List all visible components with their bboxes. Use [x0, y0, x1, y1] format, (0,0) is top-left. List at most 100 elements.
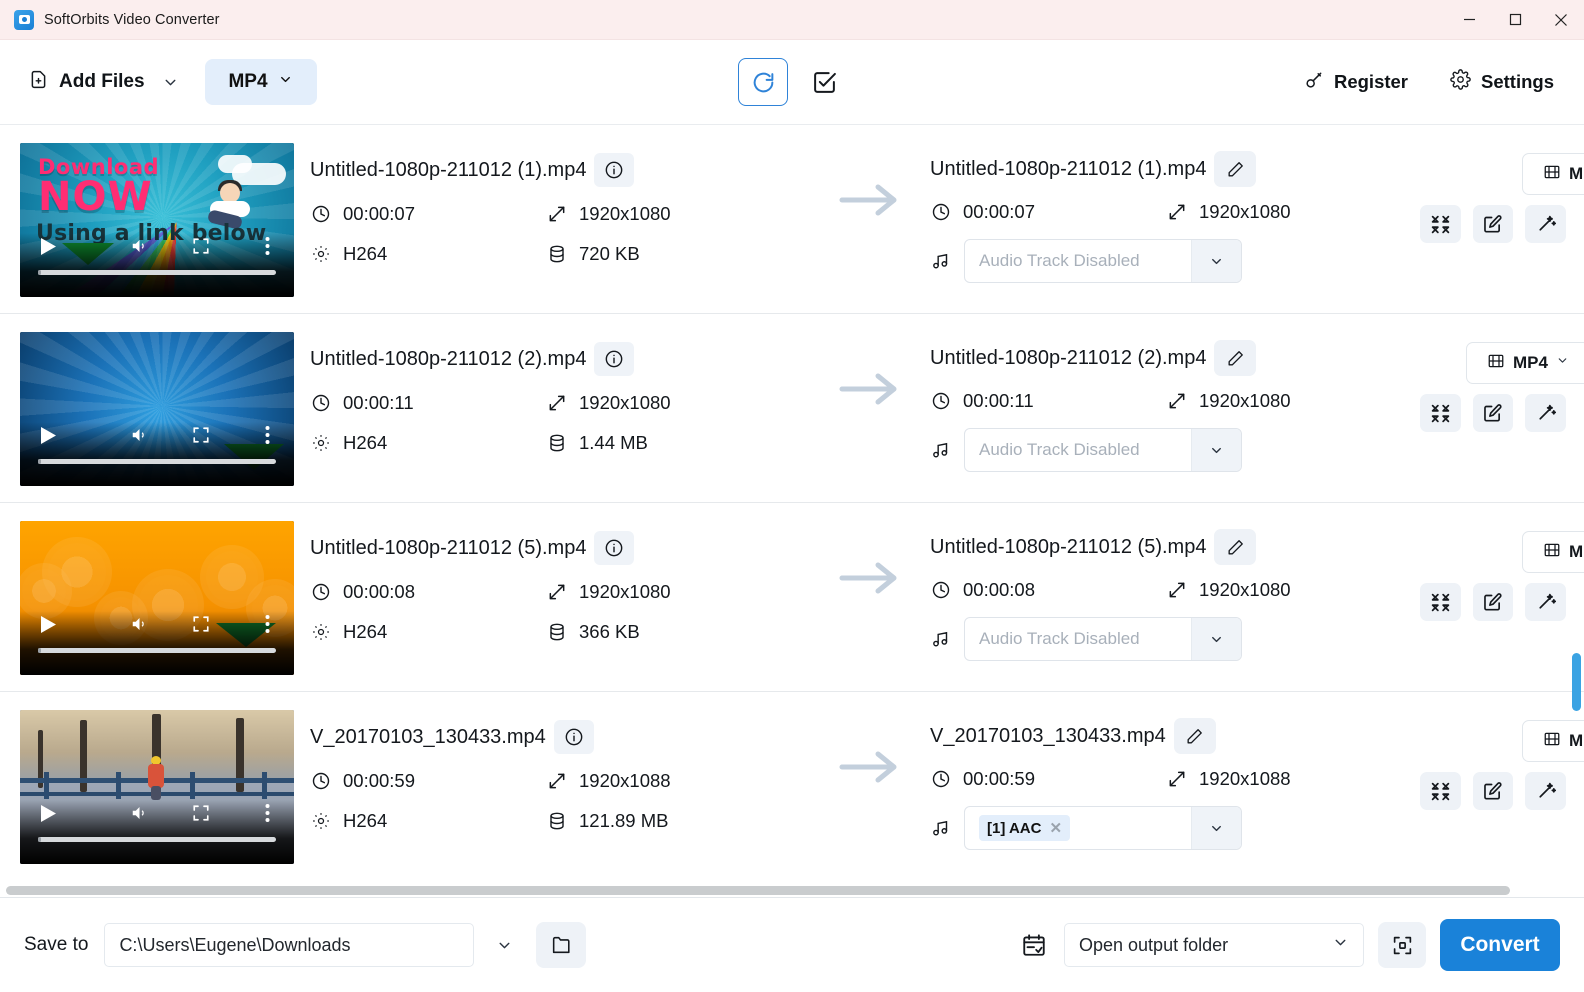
vertical-scrollbar[interactable] [1571, 125, 1581, 897]
output-resolution: 1920x1088 [1166, 768, 1420, 790]
compress-icon[interactable] [1419, 583, 1461, 621]
source-duration: 00:00:08 [310, 581, 546, 603]
info-icon[interactable] [594, 342, 635, 376]
merge-grid-icon[interactable] [1378, 922, 1426, 968]
source-info: Untitled-1080p-211012 (2).mp4 00:00:11 1 [310, 330, 810, 454]
volume-icon[interactable] [129, 426, 150, 444]
output-duration: 00:00:07 [930, 201, 1166, 223]
register-button[interactable]: Register [1296, 62, 1416, 103]
audio-track-select[interactable]: Audio Track Disabled [964, 239, 1242, 283]
magic-wand-icon[interactable] [1525, 583, 1566, 621]
video-thumbnail[interactable] [20, 332, 294, 486]
magic-wand-icon[interactable] [1525, 772, 1566, 810]
video-thumbnail[interactable]: Download NOW Using a link below [20, 143, 294, 297]
add-files-button[interactable]: Add Files [22, 61, 151, 104]
info-icon[interactable] [553, 720, 594, 754]
toolbar-center-group [738, 58, 846, 106]
pencil-icon[interactable] [1214, 151, 1257, 187]
chevron-down-icon[interactable] [1191, 429, 1241, 471]
folder-icon[interactable] [536, 922, 587, 968]
conversion-arrow [810, 519, 930, 600]
source-filename: Untitled-1080p-211012 (1).mp4 [310, 158, 587, 181]
more-vertical-icon[interactable] [265, 614, 270, 634]
settings-button[interactable]: Settings [1442, 61, 1562, 103]
file-list: Download NOW Using a link below [0, 125, 1584, 881]
pencil-icon[interactable] [1214, 340, 1257, 376]
source-duration-value: 00:00:08 [343, 581, 416, 602]
edit-square-icon[interactable] [1472, 772, 1514, 810]
magic-wand-icon[interactable] [1525, 205, 1566, 243]
table-row[interactable]: V_20170103_130433.mp4 00:00:59 1920x1088 [0, 692, 1584, 881]
table-row[interactable]: Untitled-1080p-211012 (2).mp4 00:00:11 1 [0, 314, 1584, 503]
source-codec-value: H264 [343, 432, 388, 453]
close-icon[interactable] [1538, 0, 1584, 40]
close-icon[interactable]: ✕ [1049, 819, 1062, 837]
pencil-icon[interactable] [1173, 718, 1216, 754]
play-icon[interactable] [40, 615, 57, 634]
fullscreen-icon[interactable] [192, 426, 210, 444]
fullscreen-icon[interactable] [192, 615, 210, 633]
thumbnail-text-line2: NOW [38, 174, 153, 220]
save-to-dropdown-caret[interactable] [482, 925, 526, 965]
audio-track-select[interactable]: Audio Track Disabled [964, 617, 1242, 661]
audio-track-select[interactable]: Audio Track Disabled [964, 428, 1242, 472]
fullscreen-icon[interactable] [192, 237, 210, 255]
refresh-button[interactable] [738, 58, 788, 106]
chevron-down-icon[interactable] [1191, 618, 1241, 660]
volume-icon[interactable] [129, 804, 150, 822]
more-vertical-icon[interactable] [265, 425, 270, 445]
info-icon[interactable] [594, 531, 635, 565]
info-icon[interactable] [594, 153, 635, 187]
video-thumbnail[interactable] [20, 710, 294, 864]
seek-bar[interactable] [38, 270, 276, 275]
horizontal-scrollbar[interactable] [0, 883, 1584, 897]
edit-square-icon[interactable] [1472, 205, 1514, 243]
video-thumbnail[interactable] [20, 521, 294, 675]
play-icon[interactable] [40, 426, 57, 445]
horizontal-scrollbar-thumb[interactable] [6, 886, 1510, 895]
pencil-icon[interactable] [1214, 529, 1257, 565]
global-format-selector[interactable]: MP4 [204, 59, 317, 105]
source-resolution-value: 1920x1080 [579, 203, 671, 224]
seek-bar[interactable] [38, 648, 276, 653]
play-icon[interactable] [40, 237, 57, 256]
chevron-down-icon[interactable] [1191, 240, 1241, 282]
table-row[interactable]: Download NOW Using a link below [0, 125, 1584, 314]
add-files-dropdown-caret[interactable] [151, 64, 191, 100]
resize-arrows-icon [546, 204, 568, 224]
seek-bar[interactable] [38, 459, 276, 464]
vertical-scrollbar-thumb[interactable] [1572, 653, 1581, 711]
chevron-down-icon[interactable] [1191, 807, 1241, 849]
title-bar: SoftOrbits Video Converter [0, 0, 1584, 40]
more-vertical-icon[interactable] [265, 803, 270, 823]
volume-icon[interactable] [129, 615, 150, 633]
compress-icon[interactable] [1419, 205, 1461, 243]
compress-icon[interactable] [1419, 394, 1461, 432]
audio-track-row: Audio Track Disabled [930, 428, 1420, 472]
audio-track-value: Audio Track Disabled [979, 629, 1140, 648]
edit-square-icon[interactable] [1472, 394, 1514, 432]
database-icon [546, 244, 568, 264]
file-list-container[interactable]: Download NOW Using a link below [0, 125, 1584, 897]
audio-track-chip-label: [1] AAC [987, 819, 1042, 837]
minimize-icon[interactable] [1446, 0, 1492, 40]
table-row[interactable]: Untitled-1080p-211012 (5).mp4 00:00:08 1 [0, 503, 1584, 692]
seek-bar[interactable] [38, 837, 276, 842]
audio-track-select[interactable]: [1] AAC ✕ [964, 806, 1242, 850]
select-all-button[interactable] [802, 60, 846, 104]
compress-icon[interactable] [1419, 772, 1461, 810]
edit-square-icon[interactable] [1472, 583, 1514, 621]
magic-wand-icon[interactable] [1525, 394, 1566, 432]
audio-track-chip[interactable]: [1] AAC ✕ [979, 815, 1071, 841]
resize-arrows-icon [546, 582, 568, 602]
output-duration: 00:00:08 [930, 579, 1166, 601]
more-vertical-icon[interactable] [265, 236, 270, 256]
save-to-input[interactable] [104, 923, 475, 967]
after-convert-select[interactable]: Open output folder [1064, 923, 1364, 967]
fullscreen-icon[interactable] [192, 804, 210, 822]
volume-icon[interactable] [129, 237, 150, 255]
maximize-icon[interactable] [1492, 0, 1538, 40]
play-icon[interactable] [40, 804, 57, 823]
row-format-select[interactable]: MP4 [1466, 342, 1584, 384]
convert-button[interactable]: Convert [1440, 919, 1560, 971]
